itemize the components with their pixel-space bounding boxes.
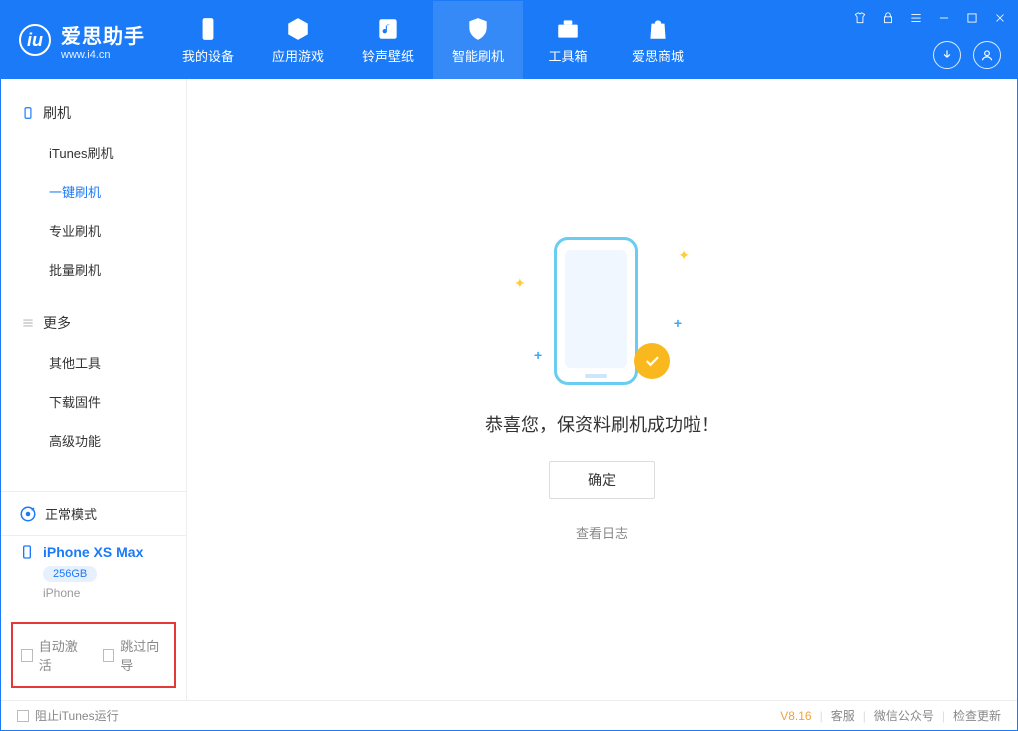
plus-icon: +	[534, 347, 542, 363]
sparkle-icon: ✦	[514, 275, 526, 292]
main-content: ✦ + ✦ + 恭喜您，保资料刷机成功啦！ 确定 查看日志	[187, 79, 1017, 700]
mode-icon	[19, 505, 37, 523]
logo-icon: iu	[19, 24, 51, 56]
sidebar-group-flash: 刷机 iTunes刷机 一键刷机 专业刷机 批量刷机	[1, 79, 186, 289]
titlebar: iu 爱思助手 www.i4.cn 我的设备 应用游戏 铃声壁纸 智能刷机 工具…	[1, 1, 1017, 79]
checkbox-label: 自动激活	[39, 636, 85, 674]
phone-icon	[21, 106, 35, 120]
device-panel: 正常模式 iPhone XS Max 256GB iPhone	[1, 491, 186, 614]
version-label: V8.16	[780, 709, 811, 723]
minimize-button[interactable]	[935, 9, 953, 27]
checkbox-icon	[21, 649, 33, 662]
sidebar-item-onekey-flash[interactable]: 一键刷机	[1, 172, 186, 211]
menu-icon[interactable]	[907, 9, 925, 27]
nav-flash[interactable]: 智能刷机	[433, 1, 523, 79]
nav-label: 智能刷机	[452, 46, 504, 65]
sidebar-item-batch-flash[interactable]: 批量刷机	[1, 250, 186, 289]
wechat-link[interactable]: 微信公众号	[874, 707, 934, 724]
logo-text: 爱思助手 www.i4.cn	[61, 20, 145, 61]
app-url: www.i4.cn	[61, 49, 145, 61]
sidebar-item-itunes-flash[interactable]: iTunes刷机	[1, 133, 186, 172]
nav-label: 应用游戏	[272, 46, 324, 65]
sidebar-item-other-tools[interactable]: 其他工具	[1, 343, 186, 382]
statusbar-links: V8.16 | 客服 | 微信公众号 | 检查更新	[780, 707, 1001, 724]
device-type: iPhone	[43, 586, 168, 600]
header-circle-buttons	[933, 41, 1001, 69]
sidebar-item-download-firmware[interactable]: 下载固件	[1, 382, 186, 421]
auto-activate-checkbox[interactable]: 自动激活	[21, 636, 85, 674]
checkbox-icon	[103, 649, 115, 662]
sidebar-group-more: 更多 其他工具 下载固件 高级功能	[1, 289, 186, 460]
device-name-label: iPhone XS Max	[43, 544, 143, 560]
nav-label: 我的设备	[182, 46, 234, 65]
nav-ringtones[interactable]: 铃声壁纸	[343, 1, 433, 79]
mode-label: 正常模式	[45, 504, 97, 523]
nav-my-device[interactable]: 我的设备	[163, 1, 253, 79]
sidebar-item-advanced[interactable]: 高级功能	[1, 421, 186, 460]
app-logo: iu 爱思助手 www.i4.cn	[1, 20, 163, 61]
sidebar-item-pro-flash[interactable]: 专业刷机	[1, 211, 186, 250]
sidebar-group-title: 更多	[1, 303, 186, 343]
app-body: 刷机 iTunes刷机 一键刷机 专业刷机 批量刷机 更多 其他工具 下载固件 …	[1, 79, 1017, 700]
device-icon	[195, 16, 221, 42]
checkbox-label: 阻止iTunes运行	[35, 707, 119, 724]
success-check-icon	[634, 343, 670, 379]
sidebar: 刷机 iTunes刷机 一键刷机 专业刷机 批量刷机 更多 其他工具 下载固件 …	[1, 79, 187, 700]
music-icon	[375, 16, 401, 42]
success-illustration: ✦ + ✦ +	[542, 237, 662, 387]
statusbar: 阻止iTunes运行 V8.16 | 客服 | 微信公众号 | 检查更新	[1, 700, 1017, 730]
app-name: 爱思助手	[61, 20, 145, 49]
shield-icon	[465, 16, 491, 42]
download-button[interactable]	[933, 41, 961, 69]
checkbox-icon	[17, 710, 29, 722]
phone-icon	[19, 544, 35, 560]
nav-label: 铃声壁纸	[362, 46, 414, 65]
ok-button[interactable]: 确定	[549, 461, 655, 499]
options-highlight-box: 自动激活 跳过向导	[11, 622, 176, 688]
plus-icon: +	[674, 315, 682, 331]
lock-icon[interactable]	[879, 9, 897, 27]
block-itunes-checkbox[interactable]: 阻止iTunes运行	[17, 707, 119, 724]
toolbox-icon	[555, 16, 581, 42]
view-log-link[interactable]: 查看日志	[576, 523, 628, 542]
nav-store[interactable]: 爱思商城	[613, 1, 703, 79]
check-update-link[interactable]: 检查更新	[953, 707, 1001, 724]
shirt-icon[interactable]	[851, 9, 869, 27]
list-icon	[21, 316, 35, 330]
user-button[interactable]	[973, 41, 1001, 69]
bag-icon	[645, 16, 671, 42]
checkbox-label: 跳过向导	[120, 636, 166, 674]
nav-label: 工具箱	[548, 46, 587, 65]
cube-icon	[285, 16, 311, 42]
success-message: 恭喜您，保资料刷机成功啦！	[485, 411, 719, 437]
device-info[interactable]: iPhone XS Max 256GB iPhone	[1, 535, 186, 614]
skip-guide-checkbox[interactable]: 跳过向导	[103, 636, 167, 674]
sidebar-group-title: 刷机	[1, 93, 186, 133]
top-nav: 我的设备 应用游戏 铃声壁纸 智能刷机 工具箱 爱思商城	[163, 1, 703, 79]
device-mode[interactable]: 正常模式	[1, 492, 186, 535]
nav-label: 爱思商城	[632, 46, 684, 65]
phone-icon	[554, 237, 638, 385]
nav-toolbox[interactable]: 工具箱	[523, 1, 613, 79]
group-label: 更多	[43, 313, 71, 333]
support-link[interactable]: 客服	[831, 707, 855, 724]
nav-apps-games[interactable]: 应用游戏	[253, 1, 343, 79]
sparkle-icon: ✦	[678, 247, 690, 264]
maximize-button[interactable]	[963, 9, 981, 27]
group-label: 刷机	[43, 103, 71, 123]
device-capacity: 256GB	[43, 566, 97, 582]
close-button[interactable]	[991, 9, 1009, 27]
window-controls	[851, 9, 1009, 27]
